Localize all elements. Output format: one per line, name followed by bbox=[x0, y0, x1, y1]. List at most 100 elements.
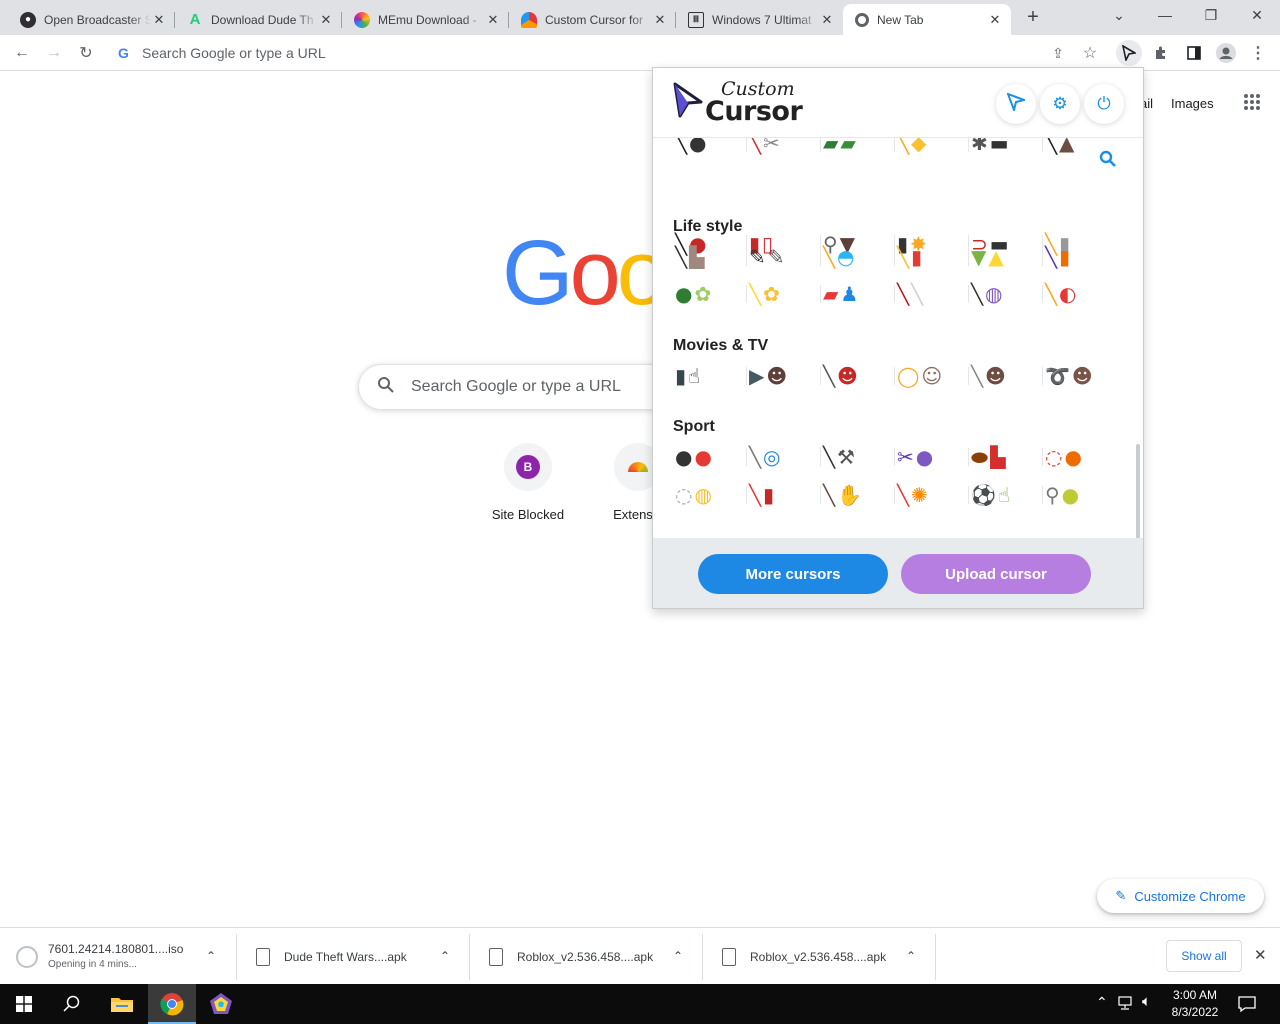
file-icon bbox=[256, 948, 270, 966]
cursor-item[interactable]: ╲ ✿ bbox=[747, 279, 821, 309]
cursor-item[interactable]: ◌ ◍ bbox=[673, 480, 747, 510]
cursor-item[interactable]: ╲ ☻ bbox=[969, 361, 1043, 391]
close-download-bar-icon[interactable]: ✕ bbox=[1254, 946, 1267, 964]
cursor-item[interactable]: ╲ ▮ bbox=[747, 480, 821, 510]
cursor-item[interactable]: ▼ ▲ bbox=[969, 242, 1043, 272]
new-tab-button[interactable]: + bbox=[1020, 6, 1046, 30]
cursor-item[interactable]: ✎ ✎ bbox=[747, 242, 821, 272]
close-icon[interactable]: ✕ bbox=[819, 12, 835, 28]
clock-date: 8/3/2022 bbox=[1171, 1005, 1219, 1019]
chrome-taskbar-icon[interactable] bbox=[148, 984, 196, 1024]
download-item[interactable]: Dude Theft Wars....apk ⌃ bbox=[256, 936, 462, 978]
more-cursors-button[interactable]: More cursors bbox=[698, 554, 888, 594]
cursor-item[interactable]: ⚲ ● bbox=[1043, 480, 1117, 510]
profile-avatar-icon[interactable] bbox=[1214, 41, 1238, 65]
chrome-menu-icon[interactable]: ⋮ bbox=[1246, 41, 1270, 65]
apps-grid-icon[interactable] bbox=[1243, 94, 1260, 113]
chevron-up-icon[interactable]: ⌃ bbox=[906, 949, 916, 963]
settings-button[interactable]: ⚙ bbox=[1040, 84, 1080, 124]
close-icon[interactable]: ✕ bbox=[652, 12, 668, 28]
cursor-item[interactable]: ╲ ☻ bbox=[821, 361, 895, 391]
volume-icon[interactable]: 🔈︎ bbox=[1142, 993, 1151, 1010]
download-item[interactable]: Roblox_v2.536.458....apk ⌃ bbox=[722, 936, 928, 978]
cursor-item[interactable]: ▮ ☝ bbox=[673, 361, 747, 391]
pencil-icon: ✎ bbox=[1115, 888, 1127, 903]
search-icon[interactable] bbox=[1099, 150, 1117, 173]
google-logo: Goo bbox=[502, 222, 668, 324]
taskbar-search-icon[interactable] bbox=[48, 984, 96, 1024]
cursor-item[interactable]: ⬬ ▙ bbox=[969, 442, 1043, 472]
cursor-item[interactable]: ╲ ╲ bbox=[895, 279, 969, 309]
close-icon[interactable]: ✕ bbox=[318, 12, 334, 28]
restore-button[interactable]: ❐ bbox=[1188, 4, 1234, 28]
cursor-item[interactable]: ● ● bbox=[673, 442, 747, 472]
cursor-item[interactable]: ◌ ● bbox=[1043, 442, 1117, 472]
cursor-item[interactable]: ╲ ◐ bbox=[1043, 279, 1117, 309]
close-icon[interactable]: ✕ bbox=[485, 12, 501, 28]
close-icon[interactable]: ✕ bbox=[151, 12, 167, 28]
taskbar-clock[interactable]: 3:00 AM 8/3/2022 bbox=[1166, 987, 1224, 1021]
cursor-item[interactable]: ╲ ◓ bbox=[821, 242, 895, 272]
cursor-item[interactable]: ╲ ⚒ bbox=[821, 442, 895, 472]
cursor-toggle-button[interactable] bbox=[996, 84, 1036, 124]
cursor-item[interactable]: ▶ ☻ bbox=[747, 361, 821, 391]
share-icon[interactable]: ⇪ bbox=[1046, 41, 1070, 65]
cursor-item[interactable]: ╲ ◆ bbox=[895, 138, 969, 158]
chevron-up-icon[interactable]: ⌃ bbox=[673, 949, 683, 963]
power-button[interactable]: ⏻ bbox=[1084, 84, 1124, 124]
tab-obs[interactable]: ● Open Broadcaster S ✕ bbox=[8, 4, 175, 35]
upload-cursor-button[interactable]: Upload cursor bbox=[901, 554, 1091, 594]
chevron-up-icon[interactable]: ⌃ bbox=[206, 949, 216, 963]
memu-taskbar-icon[interactable] bbox=[197, 984, 245, 1024]
file-explorer-icon[interactable] bbox=[98, 984, 146, 1024]
cursor-item[interactable]: ╲ ✋ bbox=[821, 480, 895, 510]
cursor-item[interactable]: ╲ ● bbox=[673, 138, 747, 158]
network-icon[interactable] bbox=[1118, 995, 1134, 1016]
tab-new-tab[interactable]: New Tab ✕ bbox=[843, 4, 1011, 35]
custom-cursor-extension-icon[interactable] bbox=[1116, 40, 1142, 66]
forward-icon[interactable]: → bbox=[42, 41, 66, 65]
chevron-up-icon[interactable]: ⌃ bbox=[1096, 994, 1108, 1011]
side-panel-icon[interactable] bbox=[1182, 41, 1206, 65]
cursor-item[interactable]: ╲ ✺ bbox=[895, 480, 969, 510]
cursor-item[interactable]: ╲ ◍ bbox=[969, 279, 1043, 309]
minimize-button[interactable]: — bbox=[1142, 4, 1188, 28]
tab-archive[interactable]: Ⅲ Windows 7 Ultimat ✕ bbox=[676, 4, 843, 35]
cursor-item[interactable]: ✂ ● bbox=[895, 442, 969, 472]
cursor-item[interactable]: ➰ ☻ bbox=[1043, 361, 1117, 391]
chevron-up-icon[interactable]: ⌃ bbox=[440, 949, 450, 963]
extensions-puzzle-icon[interactable] bbox=[1150, 41, 1174, 65]
cursor-item[interactable]: ╲ ◎ bbox=[747, 442, 821, 472]
close-window-button[interactable]: ✕ bbox=[1234, 4, 1280, 28]
windows-start-icon[interactable] bbox=[0, 984, 48, 1024]
address-bar[interactable]: G Search Google or type a URL bbox=[108, 38, 1112, 68]
obs-icon: ● bbox=[20, 11, 36, 28]
gear-icon: ⚙ bbox=[1052, 94, 1068, 113]
download-item[interactable]: 7601.24214.180801....iso Opening in 4 mi… bbox=[16, 936, 230, 978]
back-icon[interactable]: ← bbox=[10, 41, 34, 65]
cursor-item[interactable]: ● ✿ bbox=[673, 279, 747, 309]
tab-apkpure[interactable]: A Download Dude Th ✕ bbox=[175, 4, 342, 35]
shortcut-site-blocked[interactable]: B Site Blocked bbox=[472, 443, 584, 522]
close-icon[interactable]: ✕ bbox=[987, 12, 1003, 28]
tab-search-icon[interactable]: ⌄ bbox=[1096, 4, 1142, 28]
cursor-item[interactable]: ◯ ☺ bbox=[895, 361, 969, 391]
show-all-downloads-button[interactable]: Show all bbox=[1166, 940, 1242, 972]
cursor-item[interactable]: ╲ ▙ bbox=[673, 242, 747, 272]
cursor-item[interactable]: ▰ ▰ bbox=[821, 138, 895, 158]
popup-scrollbar[interactable] bbox=[1136, 444, 1140, 538]
images-link[interactable]: Images bbox=[1171, 96, 1214, 111]
reload-icon[interactable]: ↻ bbox=[74, 41, 98, 65]
download-item[interactable]: Roblox_v2.536.458....apk ⌃ bbox=[489, 936, 695, 978]
cursor-item[interactable]: ╲ ▮ bbox=[1043, 242, 1117, 272]
cursor-item[interactable]: ✱ ▬ bbox=[969, 138, 1043, 158]
cursor-item[interactable]: ▰ ♟ bbox=[821, 279, 895, 309]
bookmark-star-icon[interactable]: ☆ bbox=[1078, 41, 1102, 65]
tab-memu[interactable]: MEmu Download - ✕ bbox=[342, 4, 509, 35]
notification-icon[interactable] bbox=[1238, 995, 1256, 1018]
cursor-item[interactable]: ╲ ▮ bbox=[895, 242, 969, 272]
tab-custom-cursor[interactable]: Custom Cursor for ✕ bbox=[509, 4, 676, 35]
cursor-item[interactable]: ╲ ✂ bbox=[747, 138, 821, 158]
customize-chrome-button[interactable]: ✎ Customize Chrome bbox=[1097, 879, 1264, 913]
cursor-item[interactable]: ⚽ ☝ bbox=[969, 480, 1043, 510]
